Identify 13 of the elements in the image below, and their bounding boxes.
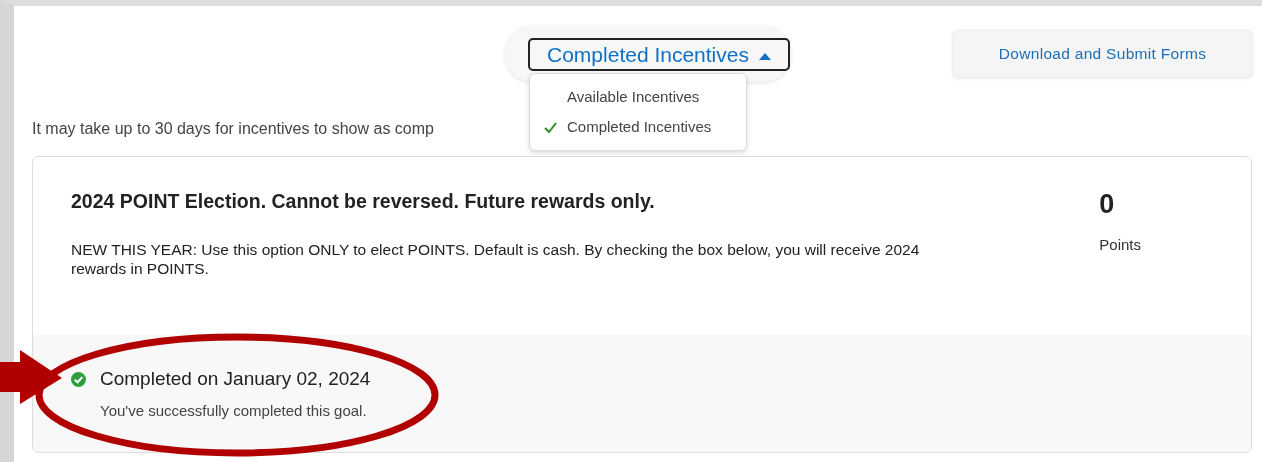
- caret-icon: [758, 51, 771, 60]
- completion-message: You've successfully completed this goal.: [100, 400, 368, 421]
- incentive-description: NEW THIS YEAR: Use this option ONLY to elect POINTS. Default is cash. By checking the box below, you will receive 2024 rewards in POINTS.: [71, 240, 921, 279]
- points-value: 0: [1099, 191, 1116, 218]
- points-label: Points: [1099, 235, 1141, 255]
- incentive-title: 2024 POINT Election. Cannot be reversed. Future rewards only.: [71, 189, 656, 214]
- completion-date: Completed on January 02, 2024: [100, 367, 371, 391]
- menu-item[interactable]: Available Incentives: [530, 82, 706, 112]
- menu-item[interactable]: Completed Incentives: [530, 112, 718, 142]
- view-dropdown[interactable]: Completed Incentives: [528, 38, 790, 71]
- annotation-arrow: [0, 350, 62, 404]
- download-forms-button[interactable]: Download and Submit Forms: [953, 30, 1252, 77]
- notice-text: It may take up to 30 days for incentives to show as comp: [32, 119, 434, 139]
